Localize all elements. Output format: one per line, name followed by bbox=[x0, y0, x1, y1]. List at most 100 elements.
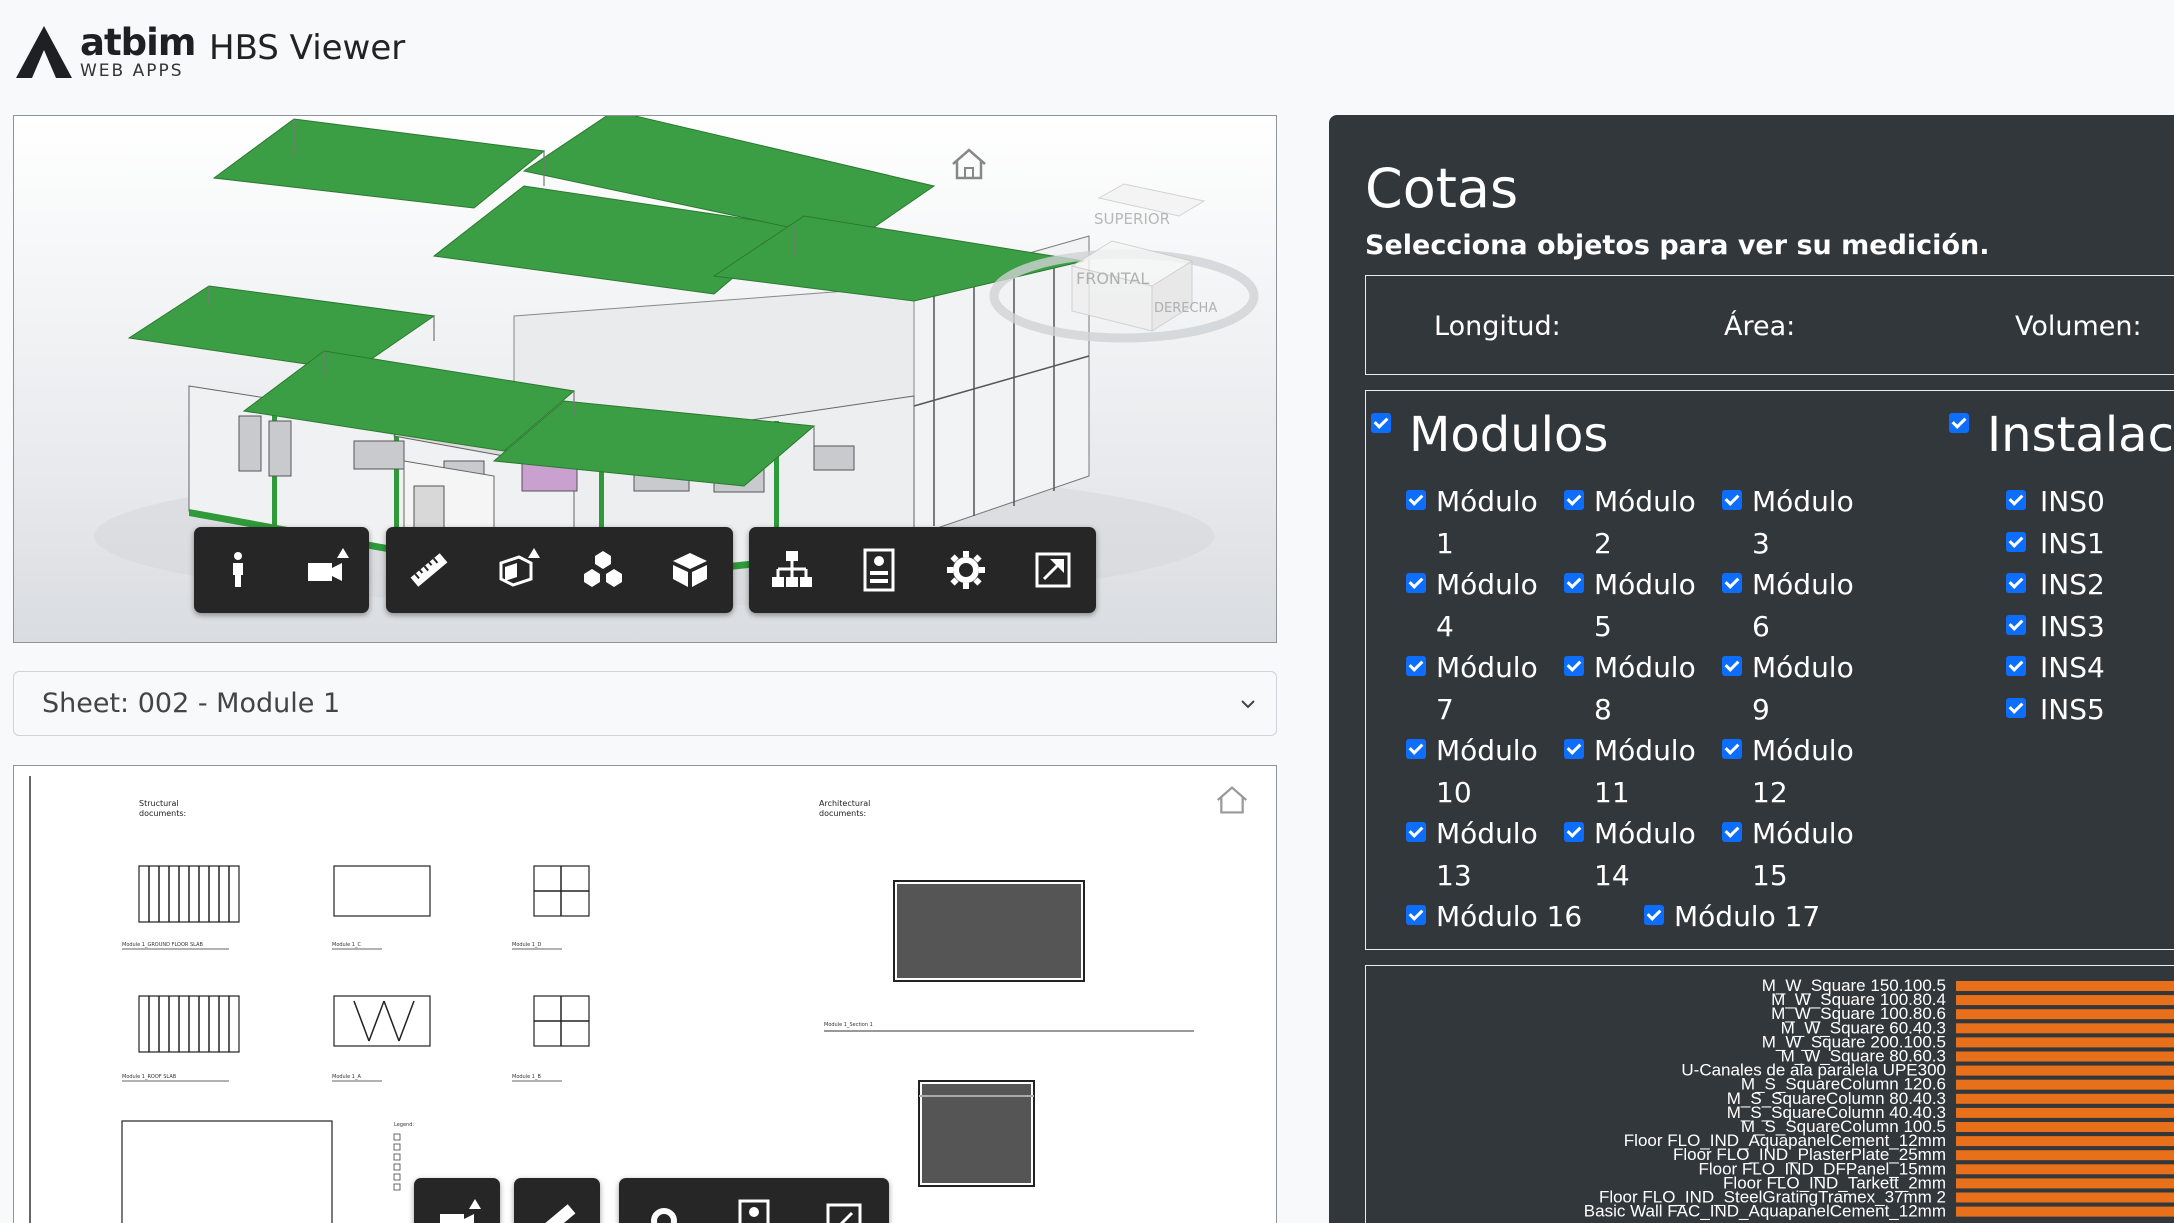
section-tool-button[interactable] bbox=[480, 534, 552, 606]
bar-mark[interactable] bbox=[1956, 1136, 2174, 1147]
modulo-checkbox[interactable] bbox=[1722, 656, 1742, 676]
modulo-checkbox-item[interactable]: Módulo 9 bbox=[1722, 647, 1862, 731]
modulo-checkbox-item[interactable]: Módulo 14 bbox=[1564, 813, 1704, 897]
instalacion-checkbox[interactable] bbox=[2006, 531, 2026, 552]
legend-title: Legend: bbox=[394, 1122, 414, 1128]
instalacion-checkbox-item[interactable]: INS5 bbox=[2006, 689, 2105, 731]
modulo-checkbox[interactable] bbox=[1406, 490, 1426, 510]
instalacion-checkbox-item[interactable]: INS2 bbox=[2006, 564, 2105, 606]
bar-mark[interactable] bbox=[1956, 1079, 2174, 1090]
bar-mark[interactable] bbox=[1956, 1009, 2174, 1020]
panel-title: Cotas bbox=[1365, 157, 1519, 220]
structure-tool-button[interactable] bbox=[756, 534, 828, 606]
bar-mark[interactable] bbox=[1956, 995, 2174, 1006]
bar-mark[interactable] bbox=[1956, 1107, 2174, 1118]
instalacion-checkbox[interactable] bbox=[2006, 490, 2026, 510]
instalacion-checkbox[interactable] bbox=[2006, 656, 2026, 676]
instalaciones-checkbox[interactable] bbox=[1949, 413, 1969, 433]
bar-mark[interactable] bbox=[1956, 1023, 2174, 1034]
camera-tool-button[interactable] bbox=[289, 534, 361, 606]
modulo-checkbox[interactable] bbox=[1644, 905, 1664, 925]
modulo-checkbox[interactable] bbox=[1406, 739, 1426, 759]
bar-mark[interactable] bbox=[1956, 1150, 2174, 1161]
modulo-checkbox[interactable] bbox=[1564, 822, 1584, 842]
modulo-checkbox-item[interactable]: Módulo 13 bbox=[1406, 813, 1546, 897]
logo-word: atbim bbox=[80, 21, 196, 64]
bar-mark[interactable] bbox=[1956, 1051, 2174, 1062]
bar-mark[interactable] bbox=[1956, 1164, 2174, 1175]
area-label: Área: bbox=[1724, 311, 1796, 342]
model-3d-viewer[interactable]: SUPERIOR FRONTAL DERECHA bbox=[13, 115, 1277, 643]
bar-mark[interactable] bbox=[1956, 1065, 2174, 1076]
gear-icon bbox=[651, 1208, 677, 1223]
measure-tool-button[interactable] bbox=[393, 534, 465, 606]
modulo-label: Módulo 11 bbox=[1594, 734, 1696, 809]
modulo-checkbox[interactable] bbox=[1564, 656, 1584, 676]
bar-mark[interactable] bbox=[1956, 1122, 2174, 1132]
bar-mark[interactable] bbox=[1956, 1178, 2174, 1189]
instalacion-checkbox[interactable] bbox=[2006, 614, 2026, 635]
modulo-checkbox-item[interactable]: Módulo 10 bbox=[1406, 730, 1546, 814]
bar-mark[interactable] bbox=[1956, 981, 2174, 991]
modulo-checkbox-item[interactable]: Módulo 3 bbox=[1722, 481, 1862, 565]
bar-mark[interactable] bbox=[1956, 1206, 2174, 1217]
sheet-properties-button[interactable] bbox=[718, 1185, 790, 1223]
sheet-settings-button[interactable] bbox=[628, 1185, 700, 1223]
modulo-checkbox-item[interactable]: Módulo 2 bbox=[1564, 481, 1704, 565]
modulo-checkbox-item[interactable]: Módulo 15 bbox=[1722, 813, 1862, 897]
bar-mark[interactable] bbox=[1956, 1037, 2174, 1048]
modulo-checkbox-item[interactable]: Módulo 5 bbox=[1564, 564, 1704, 648]
modulo-checkbox-item[interactable]: Módulo 1 bbox=[1406, 481, 1546, 565]
modulo-checkbox[interactable] bbox=[1722, 573, 1742, 593]
walk-tool-button[interactable] bbox=[202, 534, 274, 606]
modulo-checkbox-item[interactable]: Módulo 6 bbox=[1722, 564, 1862, 648]
sheet-fullscreen-button[interactable] bbox=[808, 1185, 880, 1223]
sheet-home-icon[interactable] bbox=[1214, 784, 1250, 816]
modulo-checkbox-item[interactable]: Módulo 17 bbox=[1644, 896, 1874, 938]
settings-tool-button[interactable] bbox=[930, 534, 1002, 606]
brand-logo[interactable]: atbim WEB APPS bbox=[14, 21, 196, 82]
modulo-checkbox-item[interactable]: Módulo 11 bbox=[1564, 730, 1704, 814]
modulo-checkbox[interactable] bbox=[1406, 656, 1426, 676]
instalacion-checkbox-item[interactable]: INS1 bbox=[2006, 523, 2105, 565]
sheet-select[interactable]: Sheet: 002 - Module 1 bbox=[13, 671, 1277, 736]
instalacion-checkbox-item[interactable]: INS0 bbox=[2006, 481, 2105, 523]
modulos-checkbox[interactable] bbox=[1371, 413, 1391, 433]
instalacion-label: INS1 bbox=[2040, 526, 2105, 560]
modulo-label: Módulo 17 bbox=[1674, 900, 1821, 933]
caption-module-c: Module 1_C bbox=[332, 942, 361, 948]
instalacion-checkbox-item[interactable]: INS4 bbox=[2006, 647, 2105, 689]
modulo-checkbox-item[interactable]: Módulo 16 bbox=[1406, 896, 1636, 938]
modulo-checkbox[interactable] bbox=[1722, 739, 1742, 759]
instalacion-checkbox[interactable] bbox=[2006, 573, 2026, 593]
sheet-drawing[interactable]: Structural documents: Architectural docu… bbox=[14, 766, 1277, 1223]
properties-tool-button[interactable] bbox=[843, 534, 915, 606]
modulo-checkbox[interactable] bbox=[1564, 573, 1584, 593]
modulo-checkbox[interactable] bbox=[1406, 905, 1426, 925]
sheet-camera-button[interactable] bbox=[421, 1185, 493, 1223]
modulo-checkbox-item[interactable]: Módulo 7 bbox=[1406, 647, 1546, 731]
architectural-heading-2: documents: bbox=[819, 809, 866, 818]
model-browser-tool-button[interactable] bbox=[654, 534, 726, 606]
properties-icon bbox=[738, 1199, 770, 1223]
explode-tool-button[interactable] bbox=[567, 534, 639, 606]
instalacion-checkbox-item[interactable]: INS3 bbox=[2006, 606, 2105, 648]
modulo-checkbox[interactable] bbox=[1406, 573, 1426, 593]
sheet-measure-button[interactable] bbox=[521, 1185, 593, 1223]
modulo-checkbox[interactable] bbox=[1406, 822, 1426, 842]
sheet-toolbar-navigation bbox=[414, 1178, 500, 1223]
instalacion-checkbox[interactable] bbox=[2006, 697, 2026, 718]
modulo-checkbox[interactable] bbox=[1722, 490, 1742, 510]
bar-mark[interactable] bbox=[1956, 1093, 2174, 1104]
modulo-checkbox-item[interactable]: Módulo 4 bbox=[1406, 564, 1546, 648]
modulo-checkbox[interactable] bbox=[1722, 822, 1742, 842]
bar-mark[interactable] bbox=[1956, 1192, 2174, 1203]
modulo-checkbox-item[interactable]: Módulo 8 bbox=[1564, 647, 1704, 731]
modulo-checkbox[interactable] bbox=[1564, 490, 1584, 510]
sheet-2d-viewer[interactable]: Structural documents: Architectural docu… bbox=[13, 765, 1277, 1223]
fullscreen-tool-button[interactable] bbox=[1017, 534, 1089, 606]
modulo-checkbox[interactable] bbox=[1564, 739, 1584, 759]
measure-icon bbox=[410, 553, 448, 587]
modulo-checkbox-item[interactable]: Módulo 12 bbox=[1722, 730, 1862, 814]
home-icon[interactable] bbox=[949, 146, 989, 182]
